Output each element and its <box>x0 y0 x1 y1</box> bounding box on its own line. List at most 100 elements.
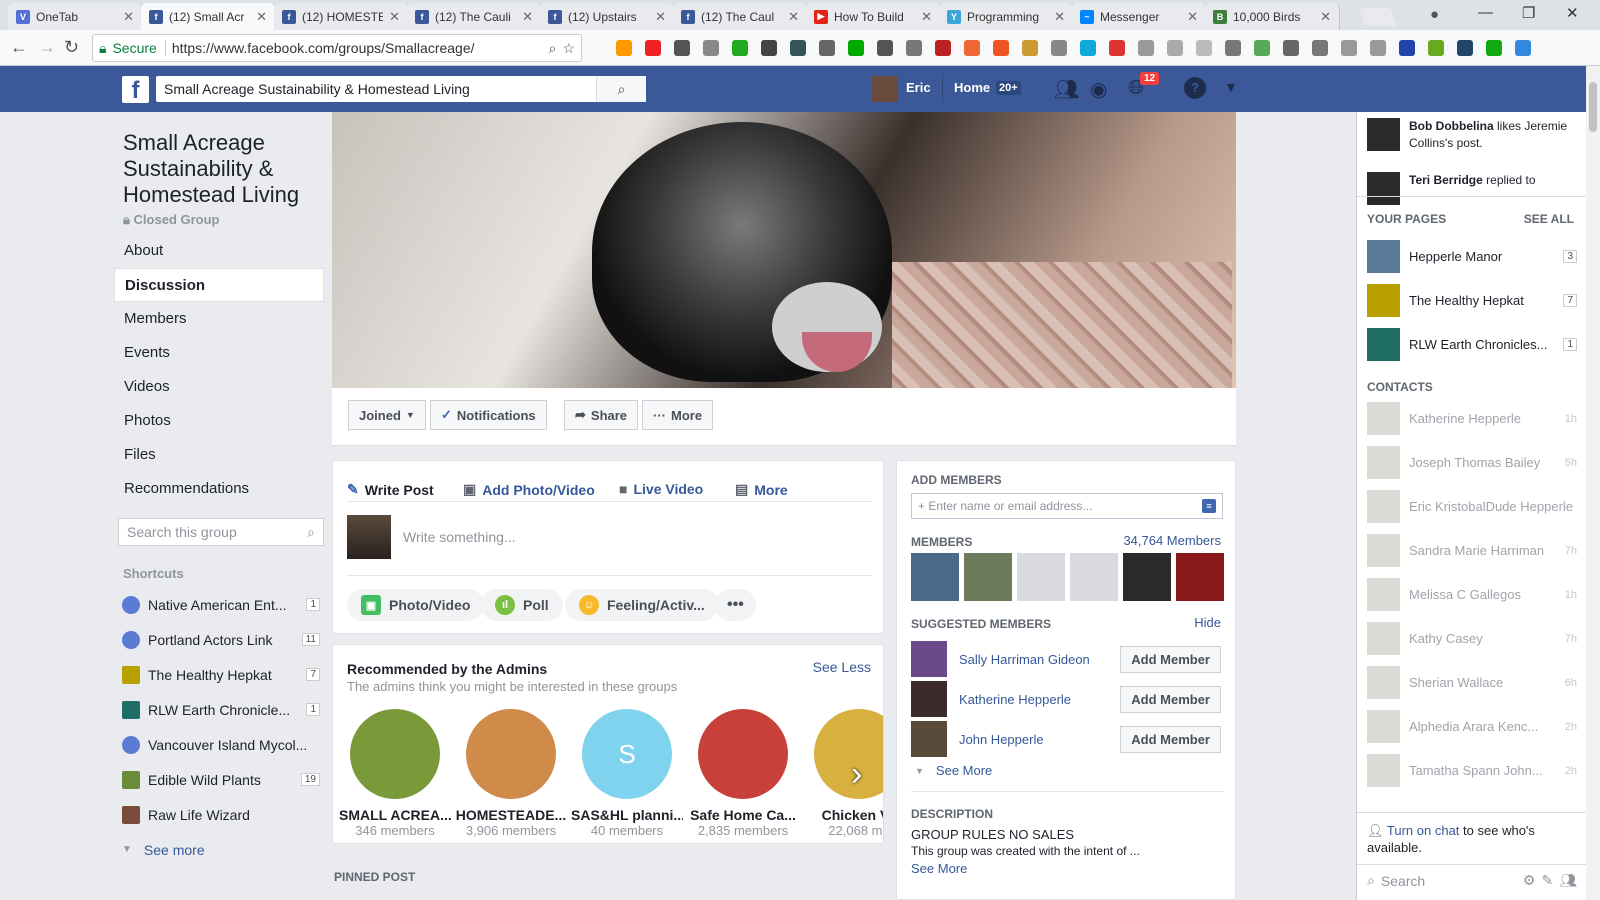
page-scrollbar[interactable] <box>1586 66 1600 900</box>
group-nav-files[interactable]: Files <box>114 438 324 472</box>
extension-icon[interactable] <box>935 40 951 56</box>
member-thumbnail[interactable] <box>1176 553 1224 601</box>
user-name-link[interactable]: Eric <box>906 80 931 95</box>
extension-icon[interactable] <box>1109 40 1125 56</box>
forward-icon[interactable]: → <box>38 37 56 58</box>
group-nav-recommendations[interactable]: Recommendations <box>114 472 324 506</box>
shortcuts-see-more[interactable]: ▼ See more <box>114 832 324 867</box>
suggested-member-name[interactable]: John Hepperle <box>959 732 1108 747</box>
browser-tab[interactable]: f (12) The Cauli ✕ <box>407 3 542 30</box>
search-icon[interactable]: ⌕ <box>307 524 315 541</box>
contact-item[interactable]: Melissa C Gallegos 1h <box>1367 578 1577 611</box>
url-text[interactable]: https://www.facebook.com/groups/Smallacr… <box>172 40 543 56</box>
account-menu-icon[interactable]: ▼ <box>1224 79 1238 95</box>
recommended-group-name[interactable]: SMALL ACREA... <box>339 807 451 823</box>
extension-icon[interactable] <box>877 40 893 56</box>
shortcut-item[interactable]: Edible Wild Plants 19 <box>114 762 324 797</box>
extension-icon[interactable] <box>993 40 1009 56</box>
add-members-input[interactable]: + Enter name or email address... ≡ <box>911 493 1223 519</box>
shortcut-item[interactable]: Vancouver Island Mycol... <box>114 727 324 762</box>
member-thumbnail[interactable] <box>1017 553 1065 601</box>
browser-tab[interactable]: Y Programming ✕ <box>939 3 1074 30</box>
extension-icon[interactable] <box>1080 40 1096 56</box>
extension-icon[interactable] <box>1283 40 1299 56</box>
turn-on-chat-link[interactable]: Turn on chat <box>1387 823 1460 838</box>
extension-icon[interactable] <box>790 40 806 56</box>
extension-icon[interactable] <box>732 40 748 56</box>
contact-item[interactable]: Katherine Hepperle 1h <box>1367 402 1577 435</box>
contact-item[interactable]: Tamatha Spann John... 2h <box>1367 754 1577 787</box>
zoom-icon[interactable]: ⌕ <box>549 40 557 57</box>
recommended-group-name[interactable]: SAS&HL planni... <box>571 807 683 823</box>
more-button[interactable]: ··· More <box>642 400 714 430</box>
group-nav-photos[interactable]: Photos <box>114 404 324 438</box>
browser-tab[interactable]: ~ Messenger ✕ <box>1072 3 1207 30</box>
browser-tab[interactable]: V OneTab ✕ <box>8 3 143 30</box>
suggested-member-name[interactable]: Katherine Hepperle <box>959 692 1108 707</box>
extension-icon[interactable] <box>1254 40 1270 56</box>
recommended-group-name[interactable]: Safe Home Ca... <box>687 807 799 823</box>
recommended-group[interactable]: HOMESTEADE... 3,906 members <box>455 709 567 838</box>
search-icon[interactable]: ⌕ <box>596 76 646 102</box>
close-tab-icon[interactable]: ✕ <box>921 9 932 25</box>
contact-item[interactable]: Alphedia Arara Kenc... 2h <box>1367 710 1577 743</box>
extension-icon[interactable] <box>819 40 835 56</box>
url-omnibox[interactable]: 🔒︎ Secure https://www.facebook.com/group… <box>92 34 582 62</box>
feeling-pill[interactable]: ☺ Feeling/Activ... <box>565 589 719 621</box>
extension-icon[interactable] <box>674 40 690 56</box>
ticker-item[interactable]: Bob Dobbelina likes Jeremie Collins's po… <box>1367 118 1577 152</box>
group-cover-photo[interactable] <box>332 112 1236 388</box>
close-tab-icon[interactable]: ✕ <box>1320 9 1331 25</box>
recommended-group-name[interactable]: Chicken Ve <box>803 807 883 823</box>
close-tab-icon[interactable]: ✕ <box>655 9 666 25</box>
extension-icon[interactable] <box>1341 40 1357 56</box>
browser-tab[interactable]: ▶ How To Build ✕ <box>806 3 941 30</box>
member-thumbnail[interactable] <box>1123 553 1171 601</box>
gear-icon[interactable]: ⚙ <box>1523 872 1536 889</box>
add-photo-tab[interactable]: ▣ Add Photo/Video <box>463 481 595 498</box>
new-tab-button[interactable] <box>1358 8 1398 26</box>
contact-item[interactable]: Sherian Wallace 6h <box>1367 666 1577 699</box>
extension-icon[interactable] <box>1486 40 1502 56</box>
your-page-item[interactable]: RLW Earth Chronicles... 1 <box>1367 328 1577 361</box>
minimize-button[interactable]: — <box>1478 4 1493 21</box>
suggested-member-name[interactable]: Sally Harriman Gideon <box>959 652 1108 667</box>
description-see-more[interactable]: See More <box>911 861 967 876</box>
recommended-group[interactable]: Chicken Ve22,068 me <box>803 709 883 838</box>
recommended-group[interactable]: S SAS&HL planni... 40 members <box>571 709 683 838</box>
add-member-button[interactable]: Add Member <box>1120 725 1221 753</box>
recommended-group-image[interactable] <box>466 709 556 799</box>
extension-icon[interactable] <box>1370 40 1386 56</box>
add-member-button[interactable]: Add Member <box>1120 645 1221 673</box>
close-tab-icon[interactable]: ✕ <box>788 9 799 25</box>
recommended-group-image[interactable] <box>350 709 440 799</box>
poll-pill[interactable]: ıl Poll <box>481 589 563 621</box>
help-icon[interactable]: ? <box>1184 77 1206 99</box>
member-thumbnail[interactable] <box>1070 553 1118 601</box>
reload-icon[interactable]: ↻ <box>64 37 79 58</box>
extension-icon[interactable] <box>645 40 661 56</box>
contact-item[interactable]: Joseph Thomas Bailey 5h <box>1367 446 1577 479</box>
extension-icon[interactable] <box>1225 40 1241 56</box>
suggested-member-avatar[interactable] <box>911 721 947 757</box>
group-nav-discussion[interactable]: Discussion <box>114 268 324 302</box>
close-tab-icon[interactable]: ✕ <box>1054 9 1065 25</box>
extension-icon[interactable] <box>1457 40 1473 56</box>
member-thumbnail[interactable] <box>911 553 959 601</box>
recommended-group[interactable]: SMALL ACREA... 346 members <box>339 709 451 838</box>
recommended-group-image[interactable]: S <box>582 709 672 799</box>
carousel-next-icon[interactable]: › <box>851 755 862 794</box>
browser-tab[interactable]: f (12) HOMESTE ✕ <box>274 3 409 30</box>
browser-tab[interactable]: B 10,000 Birds ✕ <box>1205 3 1340 30</box>
shortcut-item[interactable]: Raw Life Wizard <box>114 797 324 832</box>
suggested-member-avatar[interactable] <box>911 641 947 677</box>
close-tab-icon[interactable]: ✕ <box>522 9 533 25</box>
extension-icon[interactable] <box>848 40 864 56</box>
hide-link[interactable]: Hide <box>1194 615 1221 630</box>
joined-button[interactable]: Joined ▼ <box>348 400 426 430</box>
close-window-button[interactable]: ✕ <box>1566 4 1579 22</box>
recommended-group-image[interactable] <box>698 709 788 799</box>
composer-input[interactable]: Write something... <box>403 529 516 545</box>
extension-icon[interactable] <box>906 40 922 56</box>
more-tab[interactable]: ▤ More <box>735 481 788 498</box>
